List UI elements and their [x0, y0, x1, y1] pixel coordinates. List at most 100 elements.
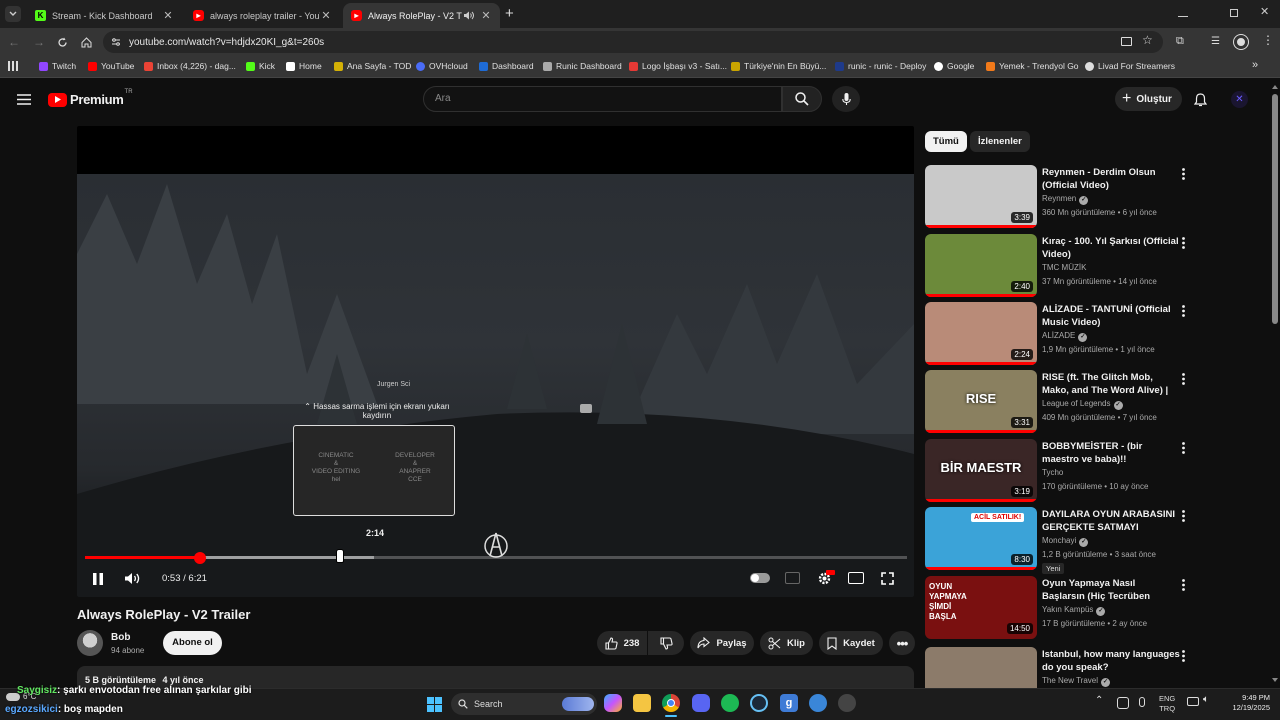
bookmark-google[interactable]: Google	[934, 61, 974, 71]
bookmark-dashboard[interactable]: Dashboard	[479, 61, 534, 71]
dislike-button[interactable]	[648, 631, 684, 655]
browser-tab[interactable]: K Stream - Kick Dashboard ✕	[27, 3, 182, 28]
audio-playing-icon[interactable]	[462, 11, 476, 20]
account-avatar[interactable]: ✕	[1231, 91, 1248, 108]
like-button[interactable]: 238	[597, 631, 647, 655]
bookmark-trendyol[interactable]: Yemek - Trendyol Go	[986, 61, 1079, 71]
browser-menu-icon[interactable]: ⋮	[1262, 33, 1274, 47]
more-vertical-icon[interactable]	[1182, 441, 1194, 455]
tab-search-icon[interactable]	[5, 6, 21, 22]
voice-search-button[interactable]	[832, 86, 860, 112]
bookmark-twitch[interactable]: Twitch	[39, 61, 76, 71]
profile-avatar[interactable]	[1234, 35, 1248, 49]
clock[interactable]: 9:49 PM 12/19/2025	[1226, 693, 1270, 713]
more-vertical-icon[interactable]	[1182, 236, 1194, 250]
bookmark-turkiye[interactable]: Türkiye'nin En Büyü...	[731, 61, 826, 71]
video-thumbnail[interactable]: 3:39	[925, 165, 1037, 228]
channel-name[interactable]: League of Legends ✓	[1042, 399, 1123, 410]
show-hidden-icons[interactable]: ⌃	[1095, 695, 1103, 706]
browser-tab[interactable]: ▸ always roleplay trailer - YouTube ✕	[185, 3, 340, 28]
create-button[interactable]: + Oluştur	[1115, 87, 1182, 111]
channel-name[interactable]: Tycho	[1042, 468, 1063, 477]
channel-name[interactable]: TMC MÜZİK	[1042, 263, 1086, 272]
video-thumbnail[interactable]: BİR MAESTR 3:19	[925, 439, 1037, 502]
video-thumbnail[interactable]: 2:40	[925, 234, 1037, 297]
video-thumbnail[interactable]: OYUN YAPMAYA ŞİMDİ BAŞLA 14:50	[925, 576, 1037, 639]
bookmark-livad[interactable]: Livad For Streamers	[1085, 61, 1175, 71]
app-g-icon[interactable]: g	[780, 694, 798, 712]
cast-icon[interactable]	[1121, 37, 1132, 46]
chip-watched[interactable]: İzlenenler	[970, 131, 1030, 152]
browser-tab-active[interactable]: ▸ Always RolePlay - V2 Trailer ✕	[343, 3, 500, 28]
channel-name[interactable]: ALİZADE ✓	[1042, 331, 1088, 342]
forward-icon[interactable]: →	[33, 35, 45, 49]
more-actions-button[interactable]: •••	[889, 631, 915, 655]
bookmark-youtube[interactable]: YouTube	[88, 61, 134, 71]
maximize-icon[interactable]	[1230, 9, 1238, 17]
bookmark-runic-dashboard[interactable]: Runic Dashboard	[543, 61, 622, 71]
settings-button[interactable]	[816, 570, 835, 586]
video-title[interactable]: Istanbul, how many languages do you spea…	[1042, 648, 1180, 674]
tray-mic-icon[interactable]	[1139, 697, 1145, 707]
recommended-video[interactable]: 2:40 Kıraç - 100. Yıl Şarkısı (Official V…	[925, 234, 1215, 297]
windows-start-icon[interactable]	[426, 696, 442, 712]
chip-all[interactable]: Tümü	[925, 131, 967, 152]
channel-name[interactable]: Monchayi ✓	[1042, 536, 1089, 547]
scrollbar-down-arrow[interactable]	[1272, 678, 1278, 682]
new-tab-icon[interactable]: +	[505, 5, 514, 22]
pause-button[interactable]	[90, 571, 106, 586]
more-vertical-icon[interactable]	[1182, 372, 1194, 386]
bookmark-tod[interactable]: Ana Sayfa - TOD	[334, 61, 411, 71]
back-icon[interactable]: ←	[8, 35, 20, 49]
video-title[interactable]: Reynmen - Derdim Olsun (Official Video)	[1042, 166, 1180, 192]
channel-avatar[interactable]	[77, 630, 103, 656]
language-indicator[interactable]: ENG TRQ	[1159, 694, 1175, 714]
theater-mode-icon[interactable]	[848, 572, 864, 584]
more-vertical-icon[interactable]	[1182, 304, 1194, 318]
bookmark-star-icon[interactable]: ☆	[1142, 33, 1153, 47]
youtube-logo[interactable]: Premium TR	[48, 89, 133, 107]
more-vertical-icon[interactable]	[1182, 578, 1194, 592]
bookmark-logo-isbasi[interactable]: Logo İşbaşı v3 - Satı...	[629, 61, 727, 71]
bookmark-x-home[interactable]: Home	[286, 61, 322, 71]
reload-icon[interactable]	[57, 37, 68, 48]
scrollbar-thumb[interactable]	[1272, 94, 1278, 324]
taskbar-search-box[interactable]: Search	[451, 693, 597, 715]
more-vertical-icon[interactable]	[1182, 509, 1194, 523]
bookmark-runic-deploy[interactable]: runic - runic - Deploy	[835, 61, 926, 71]
volume-button[interactable]	[124, 571, 142, 586]
progress-scrubber[interactable]	[194, 552, 207, 564]
close-tab-icon[interactable]: ✕	[162, 9, 174, 22]
reading-list-icon[interactable]: ☰	[1211, 36, 1220, 47]
video-thumbnail[interactable]: ACİL SATILIK! 8:30	[925, 507, 1037, 570]
site-info-icon[interactable]	[111, 37, 121, 47]
spotify-icon[interactable]	[721, 694, 739, 712]
search-button[interactable]	[782, 86, 822, 112]
recommended-video[interactable]: BİR MAESTR 3:19 BOBBYMEİSTER - (bir maestr…	[925, 439, 1215, 502]
apps-grid-icon[interactable]	[8, 61, 18, 71]
page-scrollbar[interactable]	[1270, 80, 1280, 688]
subscribe-button[interactable]: Abone ol	[163, 631, 222, 655]
channel-name[interactable]: Bob	[111, 632, 130, 643]
close-window-icon[interactable]: ✕	[1260, 5, 1269, 18]
video-title[interactable]: BOBBYMEİSTER - (bir maestro ve baba)!! @…	[1042, 440, 1180, 466]
channel-name[interactable]: Yakın Kampüs ✓	[1042, 605, 1106, 616]
speaker-icon[interactable]: 🔈︎	[1203, 694, 1209, 705]
discord-icon[interactable]	[692, 694, 710, 712]
minimize-icon[interactable]	[1178, 7, 1188, 17]
recommended-video[interactable]: ACİL SATILIK! 8:30 DAYILARA OYUN ARABASINI…	[925, 507, 1215, 574]
steam-icon[interactable]	[750, 694, 768, 712]
recommended-video[interactable]: RISE 3:31 RISE (ft. The Glitch Mob, Mako, …	[925, 370, 1215, 433]
close-tab-icon[interactable]: ✕	[480, 9, 492, 22]
network-icon[interactable]	[1187, 697, 1199, 706]
chrome-icon[interactable]	[662, 694, 680, 712]
extensions-icon[interactable]: ⧉	[1176, 35, 1184, 48]
clip-button[interactable]: Klip	[760, 631, 813, 655]
bookmark-gmail[interactable]: Inbox (4,226) - dag...	[144, 61, 236, 71]
share-button[interactable]: Paylaş	[690, 631, 754, 655]
fullscreen-icon[interactable]	[880, 571, 895, 586]
video-title[interactable]: ALİZADE - TANTUNİ (Official Music Video)	[1042, 303, 1180, 329]
recommended-video[interactable]: 3:39 Reynmen - Derdim Olsun (Official Vid…	[925, 165, 1215, 228]
home-icon[interactable]	[81, 37, 92, 48]
video-title[interactable]: Oyun Yapmaya Nasıl Başlarsın (Hiç Tecrüb…	[1042, 577, 1180, 603]
